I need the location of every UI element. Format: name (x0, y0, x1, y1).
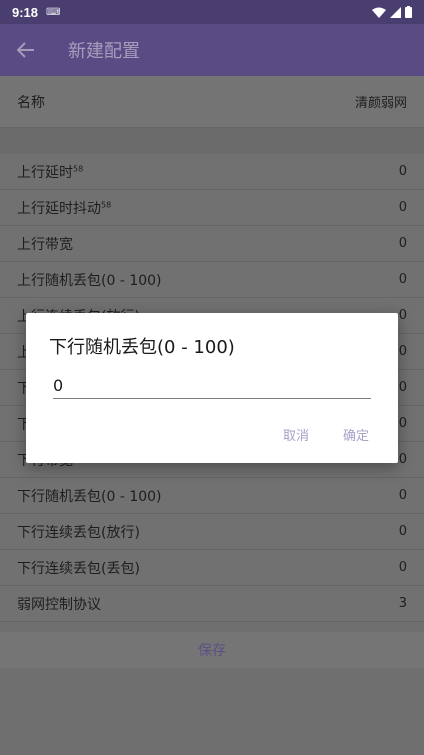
edit-dialog: 下行随机丢包(0 - 100) 取消 确定 (26, 313, 398, 463)
setting-row[interactable]: 上行延时抖动58 0 (0, 190, 424, 226)
setting-label-text: 弱网控制协议 (17, 596, 101, 613)
setting-value: 0 (398, 452, 407, 467)
name-label: 名称 (17, 94, 45, 111)
setting-row[interactable]: 下行随机丢包(0 - 100) 0 (0, 478, 424, 514)
setting-value: 0 (398, 272, 407, 287)
wifi-icon (372, 7, 386, 18)
setting-label-text: 上行带宽 (17, 236, 73, 253)
setting-label: 弱网控制协议 (17, 594, 399, 614)
setting-row[interactable]: 下行连续丢包(丢包) 0 (0, 550, 424, 586)
setting-label: 下行连续丢包(放行) (17, 522, 399, 542)
dialog-title: 下行随机丢包(0 - 100) (49, 337, 235, 358)
dialog-value-input[interactable] (53, 373, 371, 399)
setting-label-sup: 58 (73, 163, 84, 173)
setting-row[interactable]: 上行随机丢包(0 - 100) 0 (0, 262, 424, 298)
setting-label-sup: 58 (101, 199, 112, 209)
back-button[interactable] (0, 24, 52, 76)
setting-label: 下行随机丢包(0 - 100) (17, 486, 399, 506)
setting-row[interactable]: 上行延时58 0 (0, 154, 424, 190)
setting-value: 0 (398, 560, 407, 575)
page-title: 新建配置 (68, 41, 140, 62)
setting-label: 上行带宽 (17, 234, 399, 254)
setting-value: 0 (398, 236, 407, 251)
setting-value: 0 (398, 416, 407, 431)
setting-label: 上行延时58 (17, 162, 399, 182)
status-bar: 9:18 ⌨ (0, 0, 424, 24)
setting-row[interactable]: 弱网控制协议 3 (0, 586, 424, 622)
ok-button[interactable]: 确定 (343, 425, 369, 444)
name-value: 清颜弱网 (354, 96, 407, 111)
status-icons (372, 6, 412, 18)
save-button-label: 保存 (198, 643, 226, 659)
setting-label: 上行延时抖动58 (17, 198, 399, 218)
save-button[interactable]: 保存 (0, 632, 424, 668)
name-row[interactable]: 名称 清颜弱网 (0, 76, 424, 128)
setting-value: 0 (398, 488, 407, 503)
setting-row[interactable]: 下行连续丢包(放行) 0 (0, 514, 424, 550)
setting-label-text: 上行随机丢包(0 - 100) (17, 272, 162, 289)
setting-value: 0 (398, 200, 407, 215)
setting-value: 0 (398, 380, 407, 395)
battery-icon (405, 6, 412, 18)
app-bar: 新建配置 (0, 24, 424, 76)
setting-label: 下行连续丢包(丢包) (17, 558, 399, 578)
setting-label-text: 下行随机丢包(0 - 100) (17, 488, 162, 505)
arrow-left-icon (17, 42, 34, 58)
setting-row[interactable]: 上行带宽 0 (0, 226, 424, 262)
setting-value: 0 (398, 308, 407, 323)
setting-value: 3 (398, 596, 407, 611)
status-time: 9:18 (12, 4, 39, 20)
setting-value: 0 (398, 524, 407, 539)
keyboard-icon: ⌨ (46, 6, 61, 18)
setting-label: 上行随机丢包(0 - 100) (17, 270, 399, 290)
setting-label-text: 下行连续丢包(丢包) (17, 560, 140, 577)
setting-label-text: 下行连续丢包(放行) (17, 524, 140, 541)
setting-value: 0 (398, 164, 407, 179)
setting-value: 0 (398, 344, 407, 359)
setting-label-text: 上行延时抖动 (17, 200, 101, 217)
section-divider (0, 128, 424, 154)
setting-label-text: 上行延时 (17, 164, 73, 181)
cancel-button[interactable]: 取消 (283, 425, 309, 444)
signal-icon (390, 6, 401, 18)
